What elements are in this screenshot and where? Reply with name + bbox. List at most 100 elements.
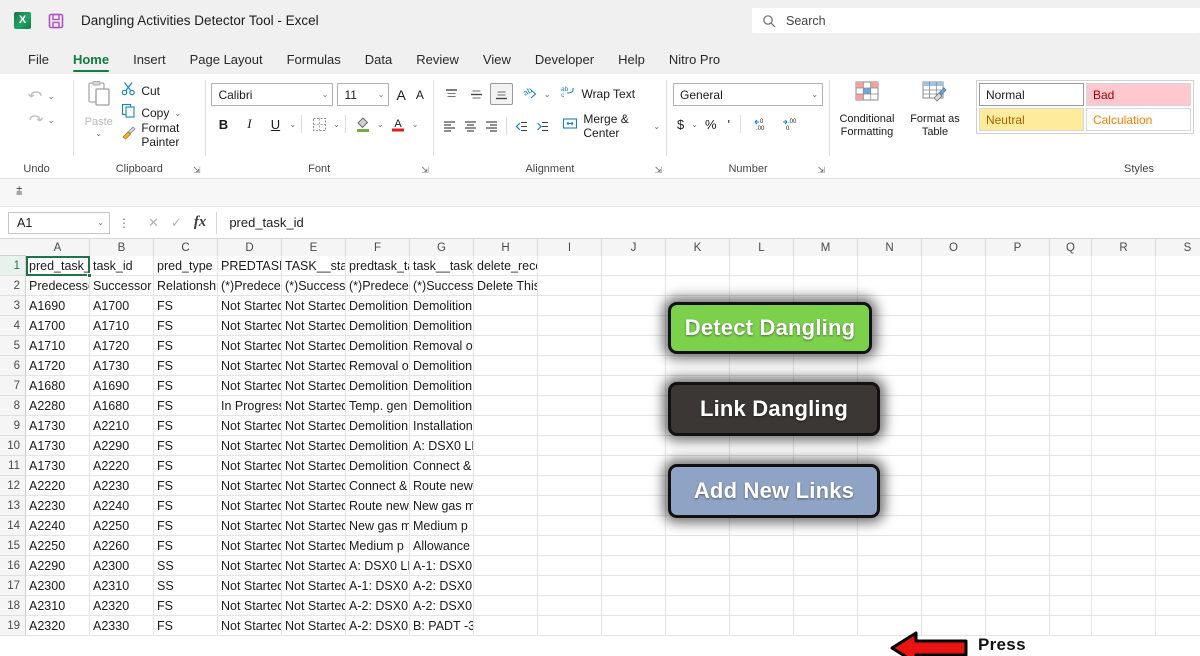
cell-C14[interactable]: FS [154,516,218,535]
cell-C12[interactable]: FS [154,476,218,495]
cell-L6[interactable] [730,356,794,375]
cell-P13[interactable] [986,496,1050,515]
cell-P19[interactable] [986,616,1050,635]
cell-D13[interactable]: Not Started [218,496,282,515]
cell-R15[interactable] [1092,536,1156,555]
decrease-decimal-button[interactable]: .00 0 [775,113,800,135]
cell-F18[interactable]: A-2: DSX0 [346,596,410,615]
cell-I1[interactable] [538,256,602,275]
style-bad[interactable]: Bad [1085,83,1191,106]
cell-H8[interactable] [474,396,538,415]
cell-F19[interactable]: A-2: DSX0 [346,616,410,635]
clipboard-dialog-launcher[interactable]: ⇲ [193,165,201,176]
cell-L16[interactable] [730,556,794,575]
format-as-table-button[interactable]: Format as Table [904,80,966,138]
cell-E13[interactable]: Not Started [282,496,346,515]
cell-K16[interactable] [666,556,730,575]
cell-N17[interactable] [858,576,922,595]
cell-K2[interactable] [666,276,730,295]
cell-F6[interactable]: Removal of [346,356,410,375]
table-row[interactable]: A1680 A1690 FS Not Started Not Started Demoli… [26,376,1200,396]
cell-G9[interactable]: Installation of [410,416,474,435]
cell-B7[interactable]: A1690 [90,376,154,395]
table-row[interactable]: pred_task_idtask_idpred_typePREDTASK__st… [26,256,1200,276]
cell-A13[interactable]: A2230 [26,496,90,515]
cell-A9[interactable]: A1730 [26,416,90,435]
cell-O5[interactable] [922,336,986,355]
cell-J6[interactable] [602,356,666,375]
cell-R12[interactable] [1092,476,1156,495]
cell-P5[interactable] [986,336,1050,355]
cell-L2[interactable] [730,276,794,295]
cell-F8[interactable]: Temp. gen [346,396,410,415]
cell-S3[interactable] [1156,296,1200,315]
copy-button[interactable]: Copy ⌄ [121,103,198,123]
paste-dropdown-chevron-icon[interactable]: ⌄ [95,129,102,138]
redo-button[interactable]: ⌄ [19,108,54,132]
ribbon-tab-bar[interactable]: File Home Insert Page Layout Formulas Da… [0,41,1200,74]
cell-R3[interactable] [1092,296,1156,315]
cell-Q9[interactable] [1050,416,1092,435]
cell-styles-gallery[interactable]: Normal Bad Neutral Calculation [975,80,1194,134]
cell-C11[interactable]: FS [154,456,218,475]
cell-G14[interactable]: Medium p [410,516,474,535]
cell-Q1[interactable] [1050,256,1092,275]
cell-G13[interactable]: New gas m [410,496,474,515]
cell-E14[interactable]: Not Started [282,516,346,535]
table-row[interactable]: PredecessorSuccessorRelationship(*)Prede… [26,276,1200,296]
cell-D7[interactable]: Not Started [218,376,282,395]
cell-Q17[interactable] [1050,576,1092,595]
cell-F9[interactable]: Demolition of [346,416,410,435]
cell-I11[interactable] [538,456,602,475]
cell-B12[interactable]: A2230 [90,476,154,495]
cell-D6[interactable]: Not Started [218,356,282,375]
row-header-10[interactable]: 10 [0,436,26,456]
cell-I18[interactable] [538,596,602,615]
column-header-f[interactable]: F [346,239,410,256]
align-top-button[interactable] [440,83,463,105]
row-header-19[interactable]: 19 [0,616,26,636]
cell-N10[interactable] [858,436,922,455]
cell-C6[interactable]: FS [154,356,218,375]
cell-J11[interactable] [602,456,666,475]
cell-G3[interactable]: Demolition of [410,296,474,315]
cell-J10[interactable] [602,436,666,455]
cell-P8[interactable] [986,396,1050,415]
cell-O8[interactable] [922,396,986,415]
table-row[interactable]: A2280 A1680 FS In Progress Not Started Temp. … [26,396,1200,416]
cell-A7[interactable]: A1680 [26,376,90,395]
cell-A10[interactable]: A1730 [26,436,90,455]
quick-access-toolbar[interactable] [47,12,65,30]
cell-A17[interactable]: A2300 [26,576,90,595]
cell-P7[interactable] [986,376,1050,395]
cell-H15[interactable] [474,536,538,555]
cell-R13[interactable] [1092,496,1156,515]
cell-E3[interactable]: Not Started [282,296,346,315]
cell-S2[interactable] [1156,276,1200,295]
cell-D11[interactable]: Not Started [218,456,282,475]
cell-F3[interactable]: Demolition of [346,296,410,315]
cell-O3[interactable] [922,296,986,315]
cell-H7[interactable] [474,376,538,395]
cell-H2[interactable]: Delete This Row [474,276,538,295]
cell-G12[interactable]: Route new [410,476,474,495]
table-row[interactable]: A2230 A2240 FS Not Started Not Started Route … [26,496,1200,516]
cancel-icon[interactable]: ✕ [148,215,159,231]
cell-F13[interactable]: Route new [346,496,410,515]
column-header-a[interactable]: A [26,239,90,256]
undo-button[interactable]: ⌄ [19,84,54,108]
cell-P12[interactable] [986,476,1050,495]
cell-E5[interactable]: Not Started [282,336,346,355]
cell-Q14[interactable] [1050,516,1092,535]
cell-S12[interactable] [1156,476,1200,495]
cell-J5[interactable] [602,336,666,355]
cell-E8[interactable]: Not Started [282,396,346,415]
cell-D3[interactable]: Not Started [218,296,282,315]
cell-N15[interactable] [858,536,922,555]
cell-B10[interactable]: A2290 [90,436,154,455]
cell-E10[interactable]: Not Started [282,436,346,455]
cell-C19[interactable]: FS [154,616,218,635]
cell-B15[interactable]: A2260 [90,536,154,555]
cell-Q6[interactable] [1050,356,1092,375]
collapse-ribbon-icon[interactable]: ⩲ [16,185,22,198]
